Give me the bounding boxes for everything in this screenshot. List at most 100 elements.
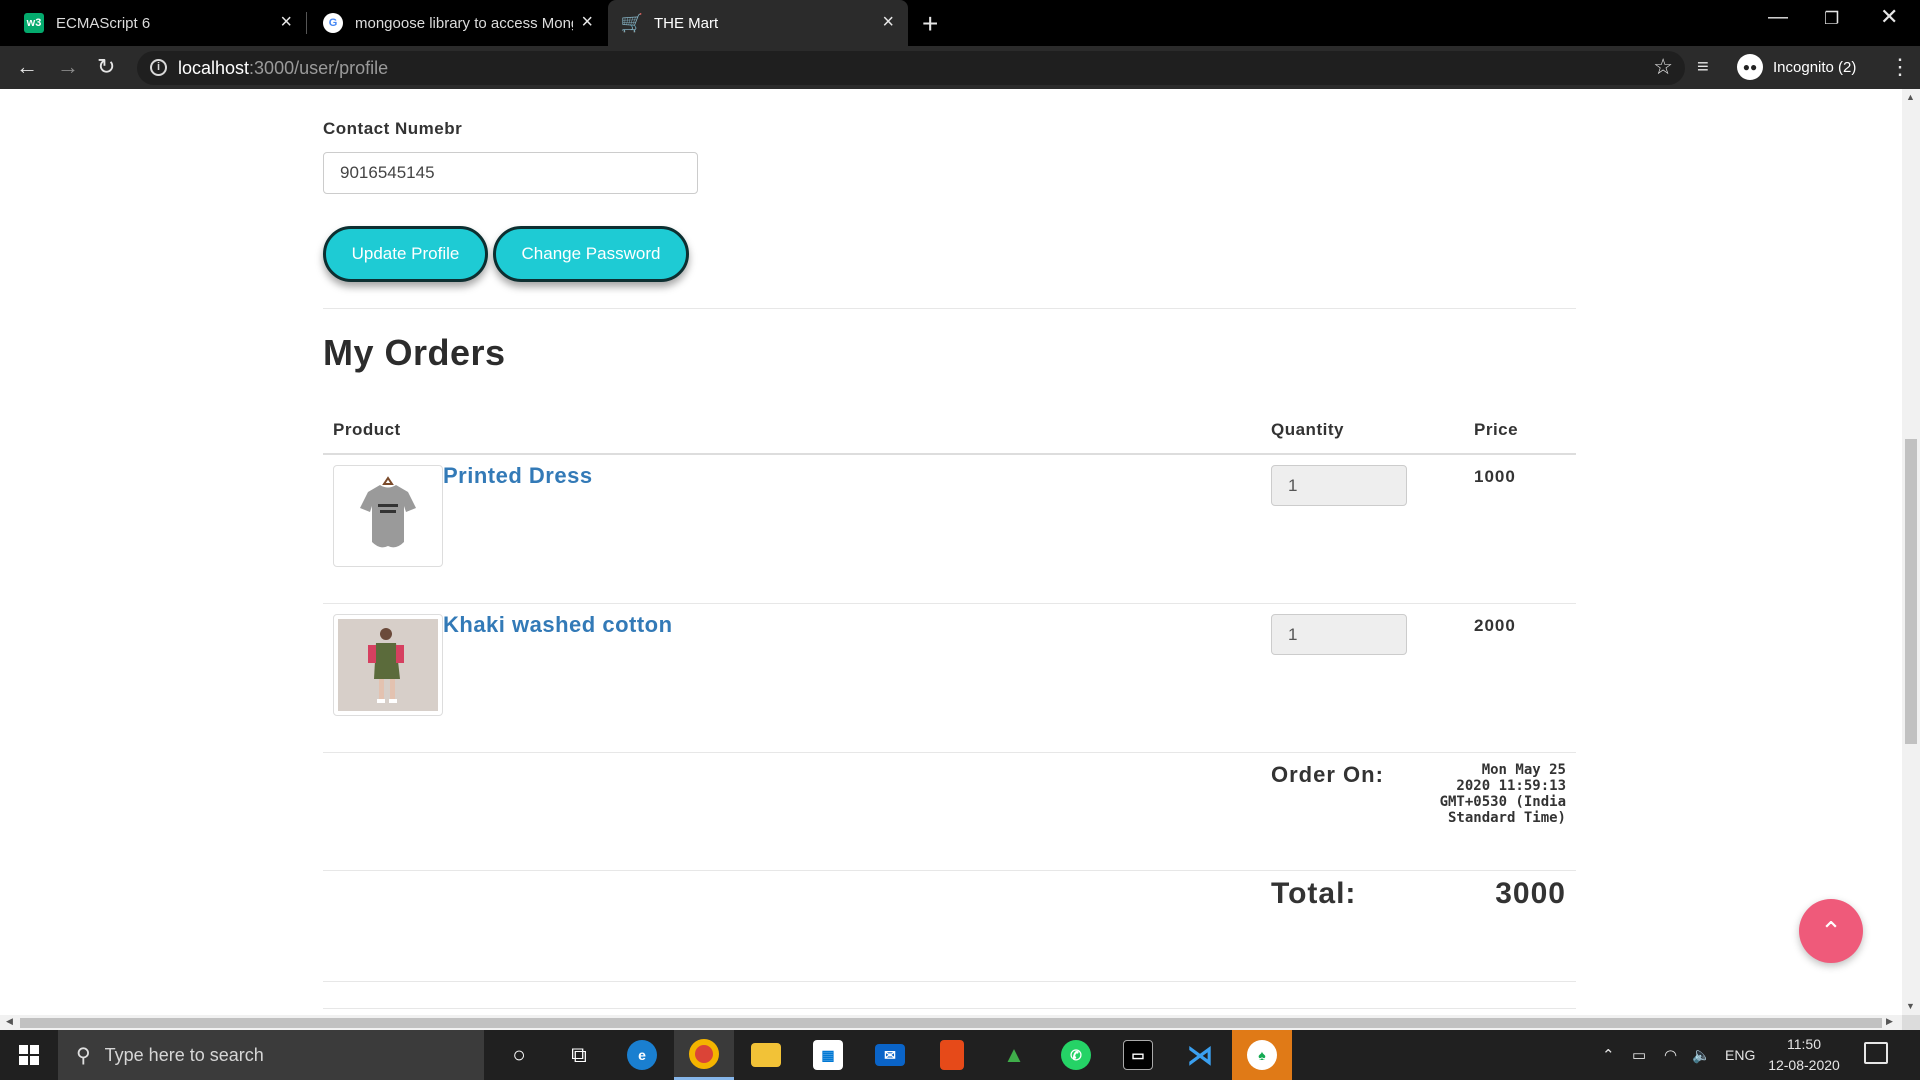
info-icon[interactable]: i [150,59,167,76]
quantity-column-header: Quantity [1271,420,1344,439]
vertical-scroll-thumb[interactable] [1905,439,1917,744]
tab-title: THE Mart [654,14,719,32]
order-on-label: Order On: [1271,762,1384,787]
divider [323,308,1576,309]
change-password-button[interactable]: Change Password [493,226,689,282]
bookmark-star-icon[interactable]: ☆ [1653,54,1673,80]
whatsapp-icon[interactable]: ✆ [1046,1030,1106,1080]
taskbar-clock[interactable]: 11:50 12-08-2020 [1765,1034,1843,1076]
update-profile-button[interactable]: Update Profile [323,226,488,282]
product-link[interactable]: Printed Dress [443,463,593,489]
close-tab-icon[interactable]: × [882,12,894,32]
contact-number-label: Contact Numebr [323,119,463,138]
quantity-field[interactable] [1271,614,1407,655]
total-value: 3000 [1495,877,1566,910]
page-content: Contact Numebr Update Profile Change Pas… [0,89,1902,1015]
clock-time: 11:50 [1787,1036,1821,1052]
notification-center-icon[interactable] [1864,1042,1888,1064]
terminal-icon[interactable]: ▭ [1108,1030,1168,1080]
windows-taskbar: ⚲ Type here to search ○ ⧉ e ▦ ✉ ▲ ✆ ▭ ⋊ … [0,1030,1920,1080]
vertical-scrollbar[interactable]: ▲ ▼ [1902,89,1920,1015]
scroll-right-arrow-icon[interactable]: ▶ [1886,1016,1893,1027]
address-bar[interactable]: i localhost:3000/user/profile ☆ [137,51,1685,85]
chevron-up-icon: ⌃ [1820,915,1842,946]
close-tab-icon[interactable]: × [280,12,292,32]
volume-icon[interactable]: 🔈 [1692,1030,1711,1080]
restore-icon[interactable]: ❐ [1824,9,1839,29]
office-icon[interactable] [922,1030,982,1080]
search-icon: ⚲ [76,1044,91,1067]
order-date-line: 2020 11:59:13 [1456,778,1566,794]
scroll-left-arrow-icon[interactable]: ◀ [6,1016,13,1027]
product-price: 2000 [1474,616,1516,635]
quantity-field[interactable] [1271,465,1407,506]
incognito-icon: ●● [1737,54,1763,80]
order-date: Mon May 25 2020 11:59:13 GMT+0530 (India… [1410,762,1566,826]
start-button[interactable] [0,1030,58,1080]
close-window-icon[interactable]: ✕ [1880,4,1898,30]
edge-icon[interactable]: e [612,1030,672,1080]
scrollbar-corner [1902,1015,1920,1030]
browser-tab-strip: w3 ECMAScript 6 × G mongoose library to … [0,0,1920,46]
product-thumbnail[interactable] [333,614,443,716]
cart-icon: 🛒 [620,12,644,33]
tab-the-mart[interactable]: 🛒 THE Mart × [608,0,908,46]
mail-icon[interactable]: ✉ [860,1030,920,1080]
clock-date: 12-08-2020 [1768,1057,1840,1073]
show-hidden-icons-icon[interactable]: ⌃ [1602,1030,1615,1080]
divider [323,1008,1576,1009]
contact-number-input[interactable] [323,152,698,194]
w3schools-icon: w3 [24,13,44,33]
incognito-label: Incognito (2) [1773,58,1857,76]
google-icon: G [323,13,343,33]
file-explorer-icon[interactable] [736,1030,796,1080]
url-path: :3000/user/profile [249,58,389,78]
product-thumbnail[interactable] [333,465,443,567]
language-indicator[interactable]: ENG [1725,1030,1755,1080]
product-price: 1000 [1474,467,1516,486]
horizontal-scrollbar[interactable]: ◀ ▶ [0,1015,1902,1030]
scroll-up-arrow-icon[interactable]: ▲ [1906,92,1915,102]
browser-toolbar: ← → ↻ i localhost:3000/user/profile ☆ ≡ … [0,46,1920,89]
media-queue-icon[interactable]: ≡ [1697,56,1709,79]
table-header-border [323,453,1576,455]
tab-title: mongoose library to access MongoDB [355,14,573,32]
close-tab-icon[interactable]: × [581,12,593,32]
url-host: localhost [178,58,250,78]
scroll-down-arrow-icon[interactable]: ▼ [1906,1001,1915,1011]
search-placeholder: Type here to search [104,1044,264,1065]
battery-icon[interactable]: ▭ [1632,1030,1646,1080]
order-date-line: Standard Time) [1447,810,1566,826]
row-divider [323,603,1576,604]
store-icon[interactable]: ▦ [798,1030,858,1080]
tab-ecmascript[interactable]: w3 ECMAScript 6 × [0,0,306,46]
url-text[interactable]: localhost:3000/user/profile [178,58,388,79]
wifi-icon[interactable]: ◠ [1664,1030,1677,1080]
order-date-line: Mon May 25 [1481,762,1566,778]
robo3t-icon[interactable]: ▲ [984,1030,1044,1080]
mongodb-compass-icon[interactable]: ♠ [1232,1030,1292,1080]
new-tab-icon[interactable]: + [922,8,938,40]
divider [323,981,1576,982]
menu-kebab-icon[interactable]: ⋮ [1889,54,1911,80]
horizontal-scroll-thumb[interactable] [20,1018,1882,1028]
forward-icon[interactable]: → [57,54,79,80]
row-divider [323,752,1576,753]
tab-mongoose[interactable]: G mongoose library to access MongoDB × [307,0,607,46]
my-orders-heading: My Orders [323,332,506,373]
order-date-line: GMT+0530 (India [1439,794,1566,810]
minimize-icon[interactable]: — [1768,6,1788,29]
khaki-cotton-image [338,619,438,711]
chrome-icon[interactable] [674,1030,734,1080]
scroll-to-top-button[interactable]: ⌃ [1799,899,1863,963]
taskbar-search-box[interactable]: ⚲ Type here to search [58,1030,484,1080]
reload-icon[interactable]: ↻ [97,54,115,80]
product-link[interactable]: Khaki washed cotton [443,612,673,638]
product-column-header: Product [333,420,401,439]
printed-dress-image [338,470,438,562]
task-view-icon[interactable]: ⧉ [549,1030,609,1080]
vscode-icon[interactable]: ⋊ [1170,1030,1230,1080]
back-icon[interactable]: ← [16,54,38,80]
incognito-profile-button[interactable]: ●● Incognito (2) [1733,51,1865,83]
cortana-icon[interactable]: ○ [489,1030,549,1080]
